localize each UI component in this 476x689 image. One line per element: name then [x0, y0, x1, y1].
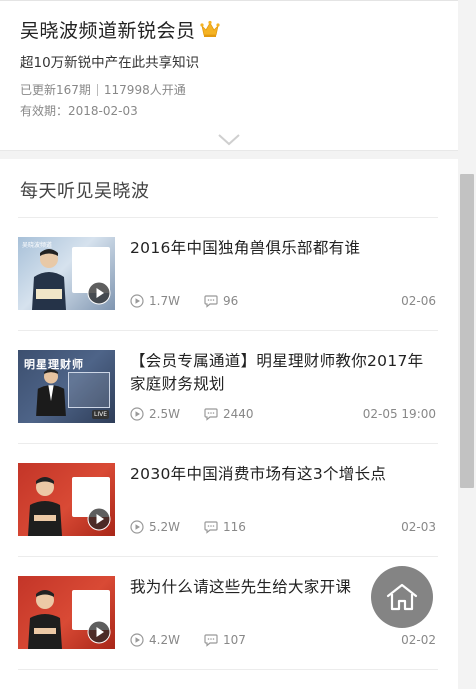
crown-icon — [199, 20, 220, 37]
play-icon[interactable] — [87, 281, 111, 305]
home-button[interactable] — [371, 566, 433, 628]
comment-count: 2440 — [222, 407, 254, 421]
live-badge: LIVE — [91, 410, 109, 419]
scrollbar-thumb[interactable] — [460, 174, 474, 488]
section-title: 每天听见吴晓波 — [20, 181, 150, 202]
list-item[interactable]: 明星理财师 LIVE 【会员专属通道】明星理财师教你2017年家庭财务规划 2.… — [18, 331, 438, 444]
episode-meta: 2.5W 2440 02-05 19:00 — [130, 407, 436, 421]
meta-separator — [96, 83, 98, 96]
chevron-down-icon[interactable] — [218, 134, 240, 146]
play-count-icon — [130, 520, 144, 534]
section-divider — [0, 150, 458, 159]
info-panel — [68, 372, 110, 408]
episode-date: 02-02 — [401, 633, 436, 647]
episode-meta: 4.2W 107 02-02 — [130, 633, 436, 647]
episode-title[interactable]: 【会员专属通道】明星理财师教你2017年家庭财务规划 — [130, 350, 436, 396]
home-icon — [386, 583, 418, 611]
episode-date: 02-06 — [401, 294, 436, 308]
validity-date: 有效期：2018-02-03 — [20, 104, 138, 118]
presenter-figure — [28, 477, 62, 536]
episode-thumbnail[interactable]: 吴晓波频道 — [18, 237, 115, 310]
comment-icon — [204, 634, 218, 647]
list-item[interactable]: 2030年中国消费市场有这3个增长点 5.2W 116 02-03 — [18, 444, 438, 557]
play-count: 5.2W — [149, 520, 180, 534]
membership-header: 吴晓波频道新锐会员 超10万新锐中产在此共享知识 已更新167期 117998人… — [0, 1, 458, 150]
play-count: 1.7W — [149, 294, 180, 308]
subscriber-count: 117998人开通 — [103, 83, 186, 97]
play-count-icon — [130, 294, 144, 308]
comment-count: 96 — [222, 294, 239, 308]
play-count-icon — [130, 633, 144, 647]
play-count: 4.2W — [149, 633, 180, 647]
episode-title[interactable]: 2016年中国独角兽俱乐部都有谁 — [130, 237, 436, 260]
episode-date: 02-03 — [401, 520, 436, 534]
comment-icon — [204, 521, 218, 534]
comment-icon — [204, 295, 218, 308]
presenter-figure — [36, 369, 66, 416]
episode-title[interactable]: 2030年中国消费市场有这3个增长点 — [130, 463, 436, 486]
play-count-icon — [130, 407, 144, 421]
episode-date: 02-05 19:00 — [362, 407, 436, 421]
episode-thumbnail[interactable] — [18, 576, 115, 649]
play-icon[interactable] — [87, 620, 111, 644]
comment-count: 107 — [222, 633, 246, 647]
play-count: 2.5W — [149, 407, 180, 421]
update-count: 已更新167期 — [20, 83, 91, 97]
presenter-figure — [32, 249, 66, 310]
scrollbar[interactable] — [458, 0, 476, 689]
comment-icon — [204, 408, 218, 421]
episode-meta: 5.2W 116 02-03 — [130, 520, 436, 534]
episode-thumbnail[interactable]: 明星理财师 LIVE — [18, 350, 115, 423]
episode-thumbnail[interactable] — [18, 463, 115, 536]
episode-meta: 1.7W 96 02-06 — [130, 294, 436, 308]
membership-subtitle: 超10万新锐中产在此共享知识 — [20, 55, 200, 71]
membership-title: 吴晓波频道新锐会员 — [20, 19, 196, 42]
play-icon[interactable] — [87, 507, 111, 531]
list-item[interactable]: 吴晓波频道 2016年中国独角兽俱乐部都有谁 1.7W 96 02-06 — [18, 218, 438, 331]
presenter-figure — [28, 590, 62, 649]
membership-meta: 已更新167期 117998人开通 — [20, 81, 438, 98]
comment-count: 116 — [222, 520, 246, 534]
